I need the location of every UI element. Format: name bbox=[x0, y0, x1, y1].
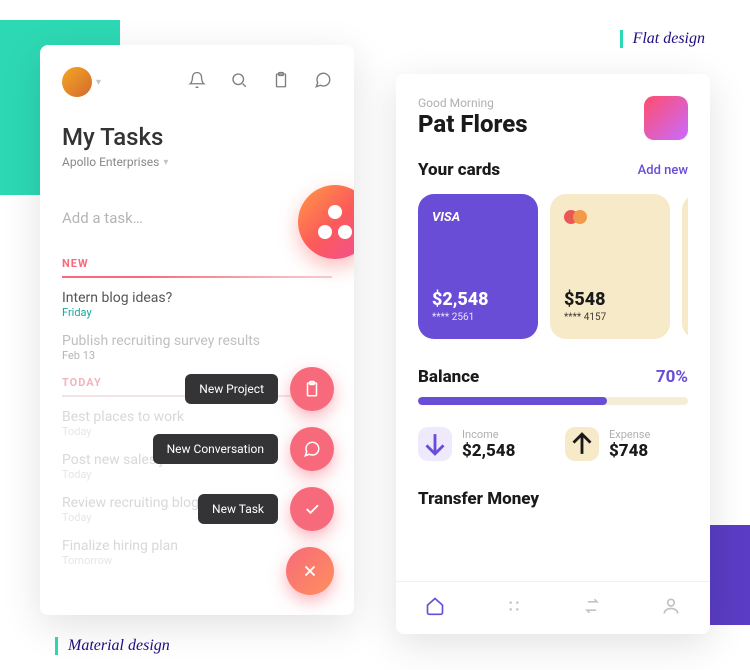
fab-label: New Task bbox=[198, 494, 278, 524]
task-title: Publish recruiting survey results bbox=[62, 333, 332, 349]
tabbar bbox=[396, 581, 710, 634]
chat-icon[interactable] bbox=[314, 71, 332, 93]
card-mastercard[interactable]: $548 **** 4157 bbox=[550, 194, 670, 339]
mastercard-icon bbox=[564, 210, 656, 224]
card-number: **** 4157 bbox=[564, 312, 656, 323]
card-brand: VISA bbox=[432, 210, 524, 225]
divider bbox=[62, 276, 332, 278]
user-menu[interactable]: ▾ bbox=[62, 67, 101, 97]
close-icon bbox=[286, 547, 334, 595]
chevron-down-icon: ▾ bbox=[96, 77, 101, 88]
fab-new-conversation[interactable]: New Conversation bbox=[153, 427, 334, 471]
arrow-up-icon bbox=[565, 427, 599, 461]
card-visa[interactable]: VISA $2,548 **** 2561 bbox=[418, 194, 538, 339]
add-new-link[interactable]: Add new bbox=[638, 163, 688, 178]
section-title: Your cards bbox=[418, 160, 500, 180]
page-title: My Tasks bbox=[62, 123, 332, 151]
card-mastercard-2[interactable]: $84**** bbox=[682, 194, 688, 339]
card-amount: $548 bbox=[564, 289, 656, 310]
income-expense-row: Income$2,548 Expense$748 bbox=[418, 427, 688, 461]
tab-transfer[interactable] bbox=[582, 596, 602, 620]
progress-fill bbox=[418, 397, 607, 405]
card-amount: $2,548 bbox=[432, 289, 524, 310]
material-app: ▾ My Tasks Apollo Enterprises ▾ Add a tas… bbox=[40, 45, 354, 615]
search-icon[interactable] bbox=[230, 71, 248, 93]
chat-icon bbox=[290, 427, 334, 471]
label-flat-design: Flat design bbox=[620, 30, 705, 48]
fab-label: New Conversation bbox=[153, 434, 278, 464]
arrow-down-icon bbox=[418, 427, 452, 461]
workspace-selector[interactable]: Apollo Enterprises ▾ bbox=[62, 155, 332, 169]
topbar: ▾ bbox=[62, 67, 332, 97]
tab-home[interactable] bbox=[425, 596, 445, 620]
balance-label: Balance bbox=[418, 367, 479, 387]
section-new: NEW bbox=[62, 257, 332, 270]
balance-pct: 70% bbox=[656, 367, 688, 387]
fab-close[interactable] bbox=[286, 547, 334, 595]
cards-header: Your cards Add new bbox=[418, 160, 688, 180]
label-material-design: Material design bbox=[55, 637, 170, 655]
clipboard-icon bbox=[290, 367, 334, 411]
task-title: Intern blog ideas? bbox=[62, 290, 332, 306]
workspace-name: Apollo Enterprises bbox=[62, 155, 159, 169]
transfer-title: Transfer Money bbox=[418, 489, 688, 509]
expense-item[interactable]: Expense$748 bbox=[565, 427, 688, 461]
fab-new-task[interactable]: New Task bbox=[198, 487, 334, 531]
avatar[interactable] bbox=[644, 96, 688, 140]
expense-value: $748 bbox=[609, 441, 650, 461]
task-row[interactable]: Intern blog ideas? Friday bbox=[62, 290, 332, 319]
task-date: Feb 13 bbox=[62, 349, 332, 362]
flat-app: Good Morning Pat Flores Your cards Add n… bbox=[396, 74, 710, 634]
clipboard-icon[interactable] bbox=[272, 71, 290, 93]
fab-label: New Project bbox=[185, 374, 278, 404]
tab-grid[interactable] bbox=[504, 596, 524, 620]
progress-bar bbox=[418, 397, 688, 405]
add-task-input[interactable]: Add a task… bbox=[62, 209, 332, 227]
fab-stack: New Project New Conversation New Task bbox=[153, 367, 334, 595]
task-row[interactable]: Publish recruiting survey results Feb 13 bbox=[62, 333, 332, 362]
task-date: Friday bbox=[62, 306, 332, 319]
topbar-icons bbox=[188, 71, 332, 93]
card-number: **** 2561 bbox=[432, 312, 524, 323]
income-item[interactable]: Income$2,548 bbox=[418, 427, 541, 461]
fab-new-project[interactable]: New Project bbox=[185, 367, 334, 411]
avatar bbox=[62, 67, 92, 97]
bell-icon[interactable] bbox=[188, 71, 206, 93]
balance-section: Balance 70% bbox=[418, 367, 688, 405]
logo-fab[interactable] bbox=[298, 185, 354, 259]
expense-label: Expense bbox=[609, 428, 650, 441]
income-value: $2,548 bbox=[462, 441, 515, 461]
income-label: Income bbox=[462, 428, 515, 441]
tab-profile[interactable] bbox=[661, 596, 681, 620]
chevron-down-icon: ▾ bbox=[163, 157, 168, 168]
check-icon bbox=[290, 487, 334, 531]
cards-row: VISA $2,548 **** 2561 $548 **** 4157 $84**… bbox=[418, 194, 688, 339]
